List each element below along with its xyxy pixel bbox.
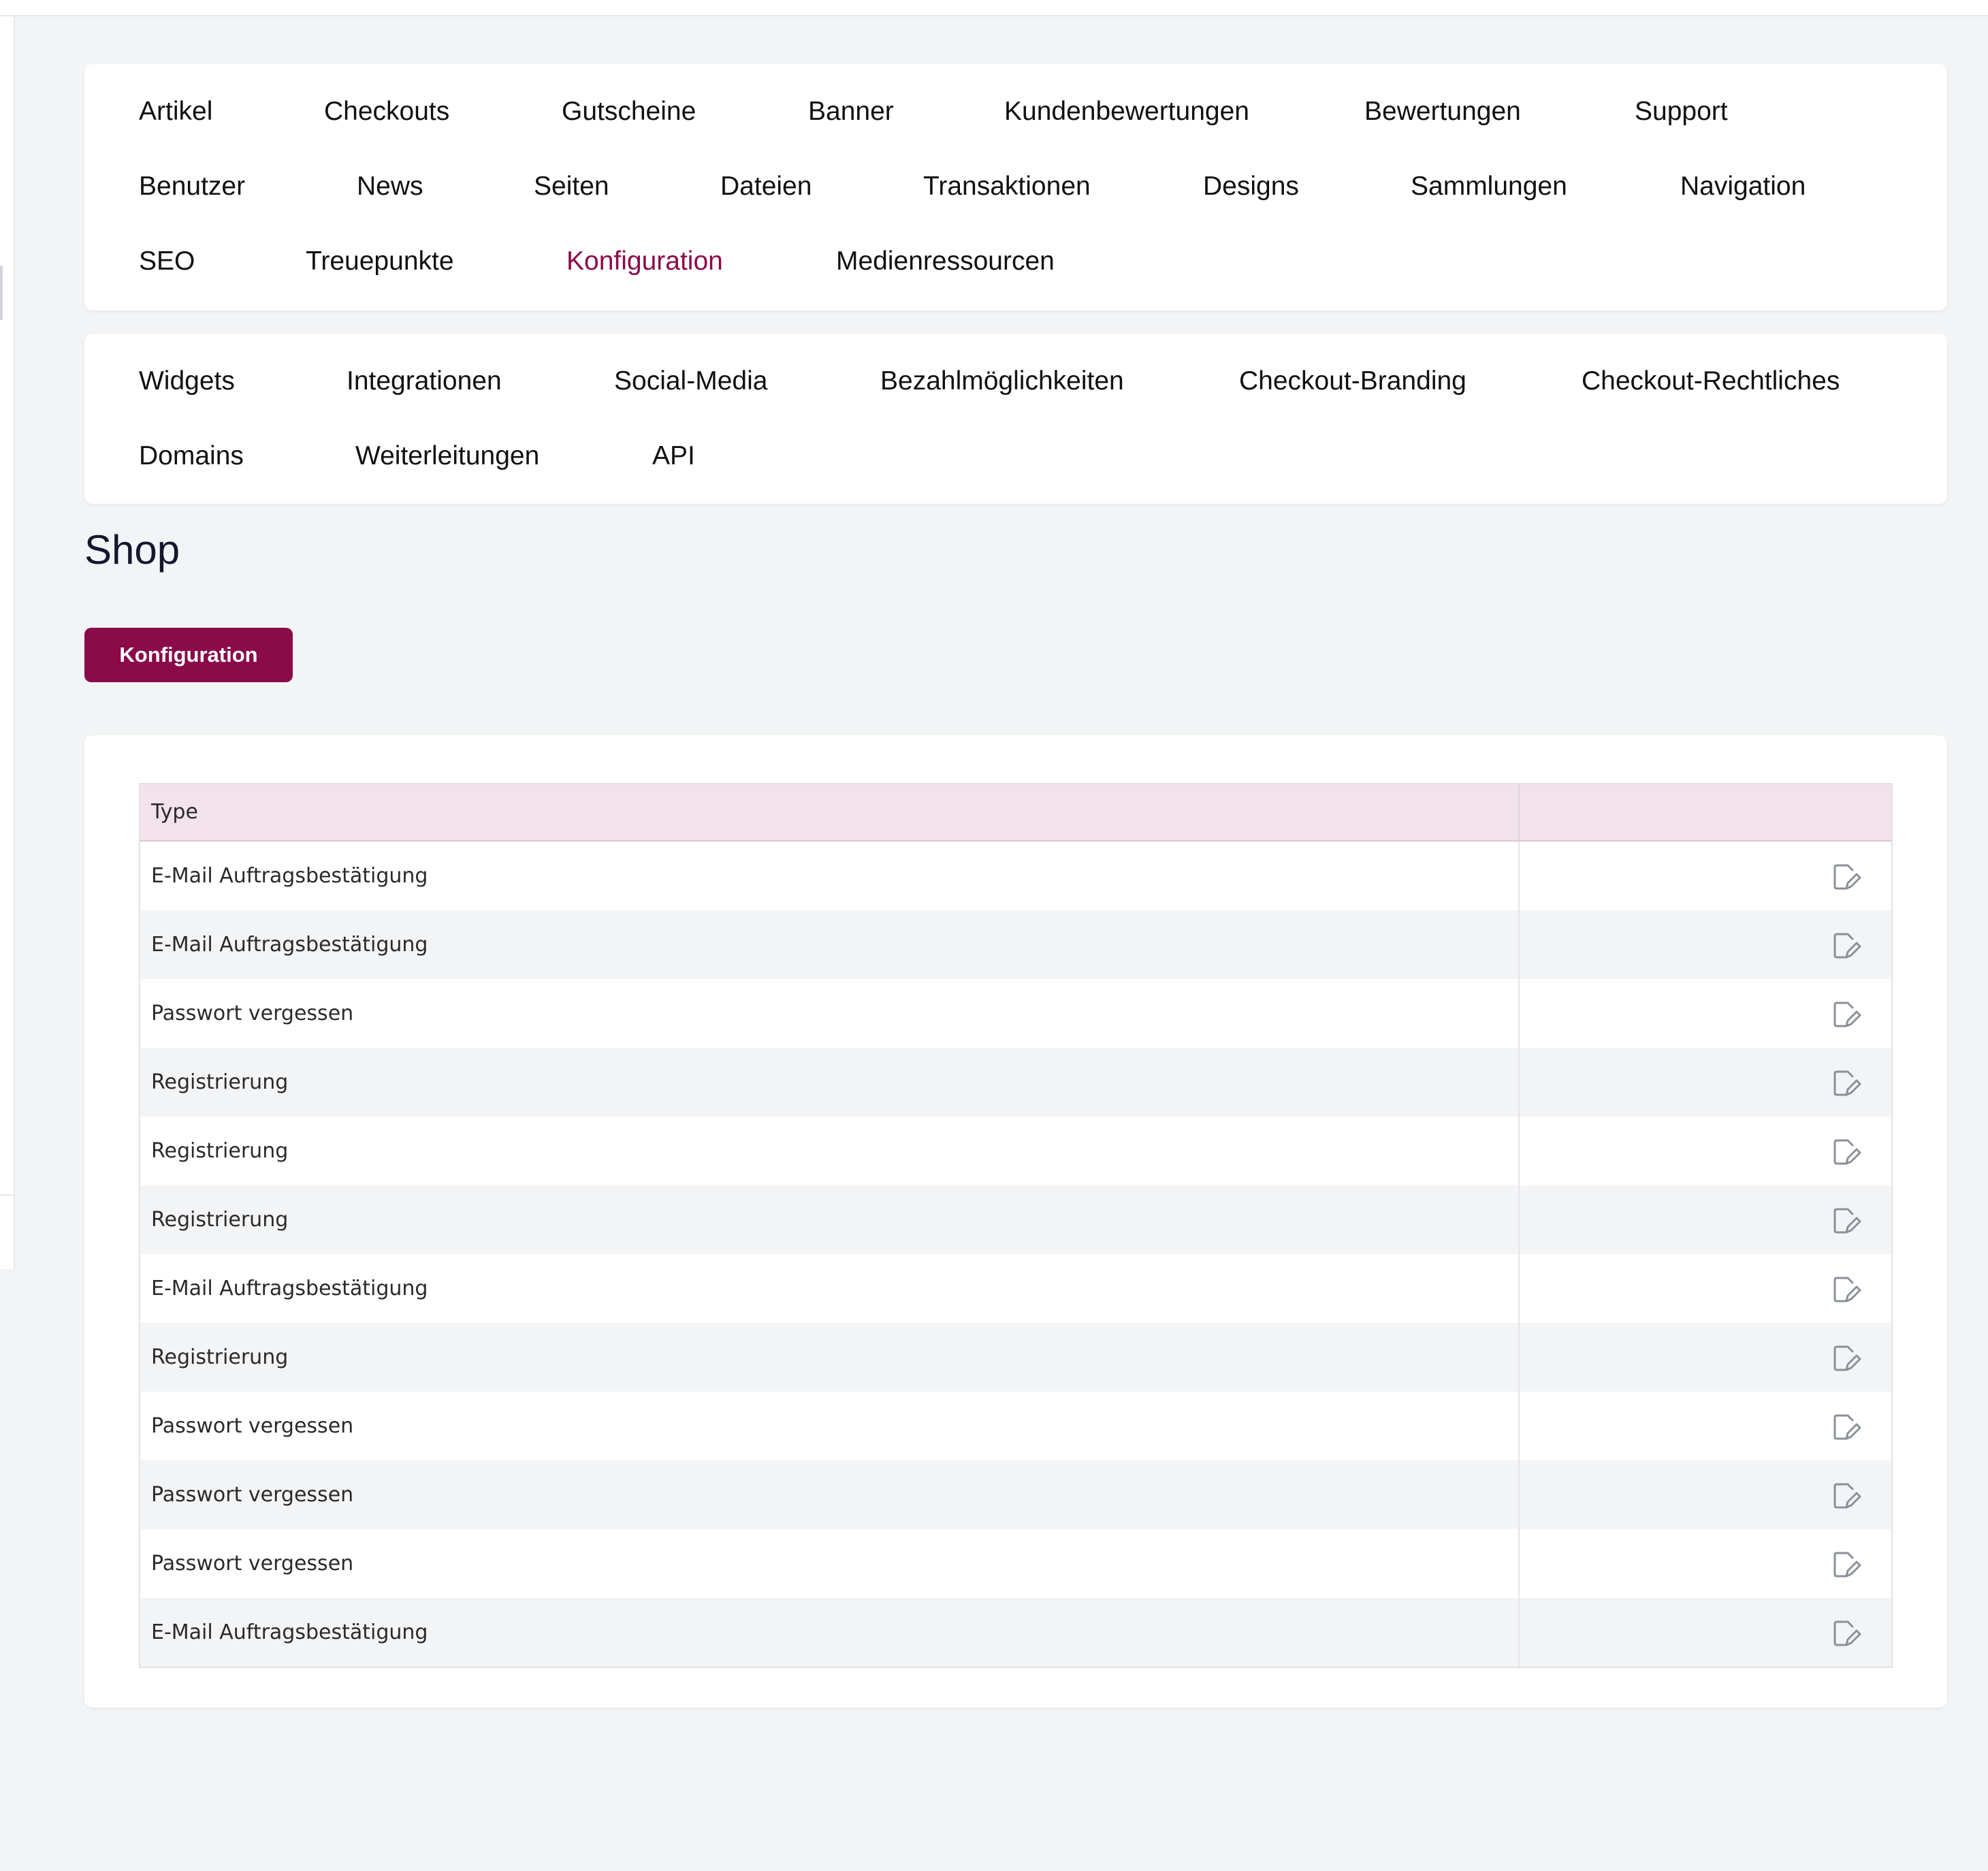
subnav-item-weiterleitungen[interactable]: Weiterleitungen <box>355 441 539 471</box>
column-divider <box>1518 1598 1520 1667</box>
table-header: Type <box>140 784 1891 842</box>
edit-icon[interactable] <box>1831 1137 1861 1167</box>
cell-type: Registrierung <box>151 1070 289 1094</box>
subnav-item-checkout-branding[interactable]: Checkout-Branding <box>1239 366 1466 396</box>
subnav-item-integrationen[interactable]: Integrationen <box>347 366 502 396</box>
cell-type: Registrierung <box>151 1139 289 1163</box>
table-row: E-Mail Auftragsbestätigung <box>140 1598 1891 1667</box>
nav-item-banner[interactable]: Banner <box>808 97 894 127</box>
column-divider <box>1518 842 1520 910</box>
subnav-item-api[interactable]: API <box>652 441 695 471</box>
column-divider <box>1518 1323 1520 1392</box>
column-header-type: Type <box>151 800 198 824</box>
edit-icon[interactable] <box>1831 1481 1861 1511</box>
nav-item-bewertungen[interactable]: Bewertungen <box>1364 97 1521 127</box>
edit-icon[interactable] <box>1831 1412 1861 1442</box>
edit-icon[interactable] <box>1831 1343 1861 1373</box>
edit-icon[interactable] <box>1831 1618 1861 1648</box>
cell-type: E-Mail Auftragsbestätigung <box>151 933 428 957</box>
column-divider <box>1518 979 1520 1048</box>
cell-type: Passwort vergessen <box>151 1002 354 1025</box>
column-divider <box>1518 784 1520 840</box>
table-row: Registrierung <box>140 1323 1891 1392</box>
edit-icon[interactable] <box>1831 1068 1861 1098</box>
table-body: E-Mail Auftragsbestätigung E-Mail Auftrag… <box>140 842 1891 1667</box>
column-divider <box>1518 1048 1520 1117</box>
edit-icon[interactable] <box>1831 1275 1861 1305</box>
table-row: Passwort vergessen <box>140 1392 1891 1460</box>
nav-item-gutscheine[interactable]: Gutscheine <box>562 97 696 127</box>
nav-item-news[interactable]: News <box>357 172 423 202</box>
column-divider <box>1518 1460 1520 1529</box>
table-card: Type E-Mail Auftragsbestätigung E-Mail Au… <box>84 735 1947 1708</box>
nav-item-kundenbewertungen[interactable]: Kundenbewertungen <box>1004 97 1249 127</box>
cell-type: Registrierung <box>151 1208 289 1232</box>
column-divider <box>1518 1117 1520 1185</box>
nav-item-konfiguration[interactable]: Konfiguration <box>566 246 723 276</box>
nav-item-designs[interactable]: Designs <box>1203 172 1299 202</box>
subnav-item-widgets[interactable]: Widgets <box>139 366 235 396</box>
nav-item-checkouts[interactable]: Checkouts <box>324 97 449 127</box>
subnav-item-domains[interactable]: Domains <box>139 441 244 471</box>
sidebar-notch <box>0 266 3 320</box>
column-divider <box>1518 1529 1520 1598</box>
edit-icon[interactable] <box>1831 1206 1861 1236</box>
edit-icon[interactable] <box>1831 1550 1861 1580</box>
table-row: Passwort vergessen <box>140 1460 1891 1529</box>
table-row: Registrierung <box>140 1048 1891 1117</box>
column-divider <box>1518 1185 1520 1254</box>
nav-item-medienressourcen[interactable]: Medienressourcen <box>836 246 1055 276</box>
nav-item-benutzer[interactable]: Benutzer <box>139 172 245 202</box>
table-row: E-Mail Auftragsbestätigung <box>140 1254 1891 1323</box>
cell-type: Passwort vergessen <box>151 1552 354 1576</box>
column-divider <box>1518 910 1520 979</box>
nav-item-support[interactable]: Support <box>1635 97 1728 127</box>
cell-type: Passwort vergessen <box>151 1483 354 1507</box>
table-row: E-Mail Auftragsbestätigung <box>140 910 1891 979</box>
nav-item-seo[interactable]: SEO <box>139 246 195 276</box>
edit-icon[interactable] <box>1831 931 1861 961</box>
table-row: Registrierung <box>140 1185 1891 1254</box>
sidebar-divider <box>0 1194 14 1196</box>
main-nav-card: Artikel Checkouts Gutscheine Banner Kund… <box>84 64 1947 310</box>
nav-item-treuepunkte[interactable]: Treuepunkte <box>306 246 454 276</box>
left-sidebar-edge <box>0 16 15 1269</box>
nav-item-sammlungen[interactable]: Sammlungen <box>1411 172 1567 202</box>
subnav-item-checkout-rechtliches[interactable]: Checkout-Rechtliches <box>1582 366 1840 396</box>
sub-nav-card: Widgets Integrationen Social-Media Bezah… <box>84 334 1947 504</box>
column-divider <box>1518 1254 1520 1323</box>
cell-type: Registrierung <box>151 1345 289 1369</box>
nav-item-seiten[interactable]: Seiten <box>534 172 609 202</box>
subnav-item-social-media[interactable]: Social-Media <box>614 366 767 396</box>
cell-type: E-Mail Auftragsbestätigung <box>151 1620 428 1644</box>
nav-item-artikel[interactable]: Artikel <box>139 97 212 127</box>
cell-type: Passwort vergessen <box>151 1414 354 1438</box>
page-title: Shop <box>84 527 180 573</box>
edit-icon[interactable] <box>1831 1000 1861 1029</box>
nav-item-transaktionen[interactable]: Transaktionen <box>923 172 1091 202</box>
nav-item-dateien[interactable]: Dateien <box>720 172 812 202</box>
konfiguration-button[interactable]: Konfiguration <box>84 628 293 682</box>
top-bar <box>0 0 1988 16</box>
table-row: Passwort vergessen <box>140 979 1891 1048</box>
config-table: Type E-Mail Auftragsbestätigung E-Mail Au… <box>139 783 1893 1668</box>
table-row: E-Mail Auftragsbestätigung <box>140 842 1891 910</box>
cell-type: E-Mail Auftragsbestätigung <box>151 864 428 888</box>
table-row: Passwort vergessen <box>140 1529 1891 1598</box>
table-row: Registrierung <box>140 1117 1891 1185</box>
column-divider <box>1518 1392 1520 1460</box>
edit-icon[interactable] <box>1831 862 1861 892</box>
subnav-item-bezahlmoeglichkeiten[interactable]: Bezahlmöglichkeiten <box>880 366 1124 396</box>
nav-item-navigation[interactable]: Navigation <box>1680 172 1806 202</box>
cell-type: E-Mail Auftragsbestätigung <box>151 1277 428 1300</box>
